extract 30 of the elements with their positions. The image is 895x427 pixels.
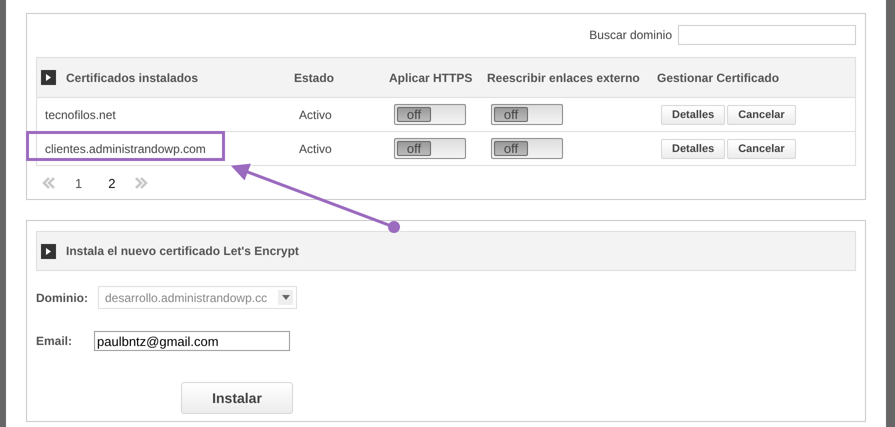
email-field[interactable]: paulbntz@gmail.com	[94, 331, 290, 351]
column-header: Certificados instalados	[66, 70, 198, 84]
cancel-button[interactable]: Cancelar	[727, 138, 796, 158]
toggle-switch[interactable]: off	[491, 138, 563, 159]
toggle-switch[interactable]: off	[394, 138, 466, 159]
domain-label: Dominio:	[36, 290, 88, 304]
column-header: Gestionar Certificado	[657, 70, 780, 84]
column-header: Reescribir enlaces externo	[487, 70, 640, 84]
column-header: Aplicar HTTPS	[389, 70, 472, 84]
domain-cell: clientes.administrandowp.com	[45, 142, 206, 156]
caret-icon	[282, 295, 290, 300]
details-button[interactable]: Detalles	[661, 138, 726, 158]
install-button[interactable]: Instalar	[181, 382, 293, 414]
column-header: Estado	[294, 70, 334, 84]
domain-cell: tecnofilos.net	[45, 108, 116, 122]
expand-icon[interactable]	[41, 70, 56, 85]
status-cell: Activo	[299, 108, 332, 122]
domain-dropdown[interactable]: desarrollo.administrandowp.cc	[98, 286, 297, 309]
toggle-switch[interactable]: off	[394, 104, 466, 125]
search-label: Buscar dominio	[589, 28, 672, 42]
search-field[interactable]	[678, 25, 856, 45]
email-label: Email:	[36, 334, 72, 348]
expand-icon[interactable]	[41, 244, 56, 258]
details-button[interactable]: Detalles	[661, 104, 726, 124]
status-cell: Activo	[299, 142, 332, 156]
page-link[interactable]: 1	[62, 176, 96, 190]
cancel-button[interactable]: Cancelar	[727, 104, 796, 124]
toggle-switch[interactable]: off	[491, 104, 563, 125]
section-title: Instala el nuevo certificado Let's Encrypt	[66, 244, 299, 258]
page-link[interactable]: 2	[95, 176, 128, 190]
